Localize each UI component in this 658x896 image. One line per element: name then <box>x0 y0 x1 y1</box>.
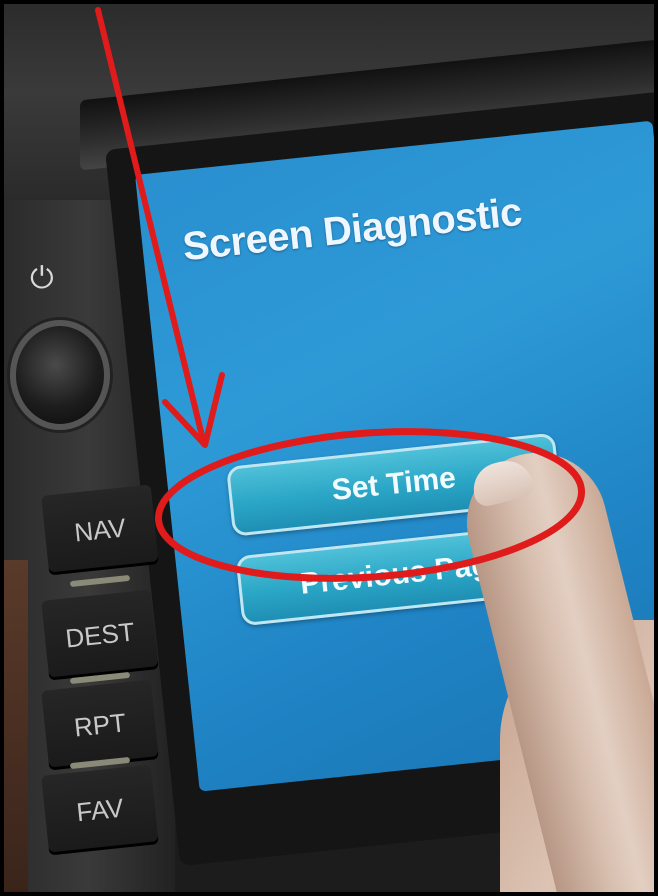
screen-title: Screen Diagnostic <box>180 189 524 270</box>
rpt-hardware-button[interactable]: RPT <box>41 679 159 771</box>
nav-hardware-button[interactable]: NAV <box>41 484 159 576</box>
photo-stage: Screen Diagnostic Set Time Previous Page… <box>0 0 658 896</box>
rpt-hardware-button-label: RPT <box>72 706 128 743</box>
dest-hardware-button[interactable]: DEST <box>41 589 159 681</box>
volume-knob[interactable] <box>10 320 110 430</box>
dest-hardware-button-label: DEST <box>63 615 136 654</box>
fav-hardware-button[interactable]: FAV <box>41 764 159 856</box>
set-time-button-label: Set Time <box>330 461 458 508</box>
nav-hardware-button-label: NAV <box>72 511 128 548</box>
power-icon: ⏻ <box>30 262 54 295</box>
wood-trim <box>0 560 28 896</box>
fav-hardware-button-label: FAV <box>74 792 125 827</box>
